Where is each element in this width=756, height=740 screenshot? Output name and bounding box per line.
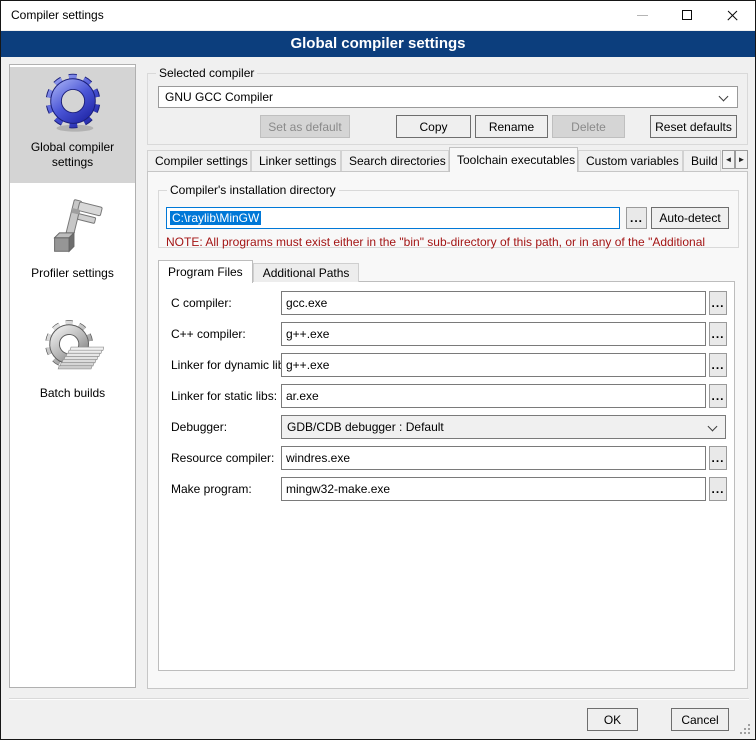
linker-dynamic-label: Linker for dynamic libs:	[171, 353, 294, 377]
tab-compiler-settings[interactable]: Compiler settings	[147, 150, 251, 171]
program-files-panel: C compiler: ... C++ compiler: ... Linker…	[158, 281, 735, 671]
cancel-button[interactable]: Cancel	[671, 708, 729, 731]
resize-grip[interactable]	[740, 724, 751, 735]
tab-build-options[interactable]: Build	[683, 150, 721, 171]
sidebar-item-label: Batch builds	[40, 386, 105, 401]
c-compiler-browse-button[interactable]: ...	[709, 291, 727, 315]
resource-compiler-browse-button[interactable]: ...	[709, 446, 727, 470]
window-title: Compiler settings	[11, 1, 104, 30]
settings-tabstrip: Compiler settings Linker settings Search…	[147, 147, 748, 171]
sidebar-item-label: Profiler settings	[31, 266, 114, 281]
resource-compiler-input[interactable]	[281, 446, 706, 470]
auto-detect-button[interactable]: Auto-detect	[651, 207, 729, 229]
installation-directory-group: Compiler's installation directory C:\ray…	[158, 190, 739, 248]
sidebar-item-global-compiler-settings[interactable]: Global compiler settings	[10, 67, 135, 183]
linker-static-input[interactable]	[281, 384, 706, 408]
tab-search-directories[interactable]: Search directories	[341, 150, 449, 171]
set-as-default-button: Set as default	[260, 115, 350, 138]
tab-program-files[interactable]: Program Files	[158, 260, 253, 283]
installation-directory-browse-button[interactable]: ...	[626, 207, 647, 229]
linker-static-browse-button[interactable]: ...	[709, 384, 727, 408]
close-button[interactable]	[710, 1, 755, 30]
gear-blue-icon	[42, 72, 104, 137]
cpp-compiler-browse-button[interactable]: ...	[709, 322, 727, 346]
c-compiler-input[interactable]	[281, 291, 706, 315]
linker-dynamic-browse-button[interactable]: ...	[709, 353, 727, 377]
maximize-icon	[682, 10, 692, 20]
make-program-input[interactable]	[281, 477, 706, 501]
delete-button: Delete	[552, 115, 625, 138]
maximize-button[interactable]	[665, 1, 710, 30]
resource-compiler-label: Resource compiler:	[171, 446, 274, 470]
minimize-icon	[637, 15, 648, 16]
settings-category-list: Global compiler settings	[9, 64, 136, 688]
selected-compiler-value: GNU GCC Compiler	[165, 90, 273, 104]
make-program-label: Make program:	[171, 477, 252, 501]
field-row: Linker for dynamic libs: ...	[159, 353, 734, 377]
ok-button[interactable]: OK	[587, 708, 638, 731]
tab-toolchain-executables[interactable]: Toolchain executables	[449, 147, 578, 172]
sidebar-item-profiler-settings[interactable]: Profiler settings	[10, 193, 135, 297]
debugger-label: Debugger:	[171, 415, 227, 439]
field-row: Make program: ...	[159, 477, 734, 501]
chevron-down-icon	[719, 92, 729, 102]
debugger-select[interactable]: GDB/CDB debugger : Default	[281, 415, 726, 439]
cpp-compiler-input[interactable]	[281, 322, 706, 346]
field-row: Resource compiler: ...	[159, 446, 734, 470]
copy-button[interactable]: Copy	[396, 115, 471, 138]
tab-custom-variables[interactable]: Custom variables	[578, 150, 683, 171]
toolchain-executables-page: Compiler's installation directory C:\ray…	[147, 171, 748, 689]
cpp-compiler-label: C++ compiler:	[171, 322, 246, 346]
tab-additional-paths[interactable]: Additional Paths	[253, 263, 360, 282]
field-row: Debugger: GDB/CDB debugger : Default	[159, 415, 734, 439]
reset-defaults-button[interactable]: Reset defaults	[650, 115, 737, 138]
debugger-value: GDB/CDB debugger : Default	[287, 420, 444, 434]
caliper-icon	[42, 198, 104, 263]
sidebar-item-label: Global compiler settings	[10, 140, 135, 170]
page-title: Global compiler settings	[1, 31, 755, 57]
field-row: C++ compiler: ...	[159, 322, 734, 346]
make-program-browse-button[interactable]: ...	[709, 477, 727, 501]
linker-dynamic-input[interactable]	[281, 353, 706, 377]
minimize-button	[620, 1, 665, 30]
group-label: Compiler's installation directory	[167, 183, 339, 197]
installation-directory-input[interactable]: C:\raylib\MinGW	[166, 207, 620, 229]
tab-scroll-right-button[interactable]: ►	[735, 150, 748, 169]
field-row: C compiler: ...	[159, 291, 734, 315]
chevron-down-icon	[708, 422, 718, 432]
tab-scroll-left-button[interactable]: ◄	[722, 150, 735, 169]
note-text: NOTE: All programs must exist either in …	[166, 235, 736, 249]
linker-static-label: Linker for static libs:	[171, 384, 277, 408]
group-label: Selected compiler	[156, 66, 257, 80]
selected-compiler-select[interactable]: GNU GCC Compiler	[158, 86, 738, 108]
selected-text: C:\raylib\MinGW	[170, 211, 261, 225]
sidebar-item-batch-builds[interactable]: Batch builds	[10, 313, 135, 417]
gear-stack-icon	[42, 318, 104, 383]
footer-separator	[9, 698, 749, 700]
field-row: Linker for static libs: ...	[159, 384, 734, 408]
selected-compiler-group: Selected compiler GNU GCC Compiler Set a…	[147, 73, 748, 145]
compiler-settings-dialog: Compiler settings Global compiler settin…	[0, 0, 756, 740]
titlebar: Compiler settings	[1, 1, 755, 30]
rename-button[interactable]: Rename	[475, 115, 548, 138]
c-compiler-label: C compiler:	[171, 291, 232, 315]
tab-linker-settings[interactable]: Linker settings	[251, 150, 341, 171]
program-files-tabstrip: Program Files Additional Paths	[158, 260, 359, 282]
